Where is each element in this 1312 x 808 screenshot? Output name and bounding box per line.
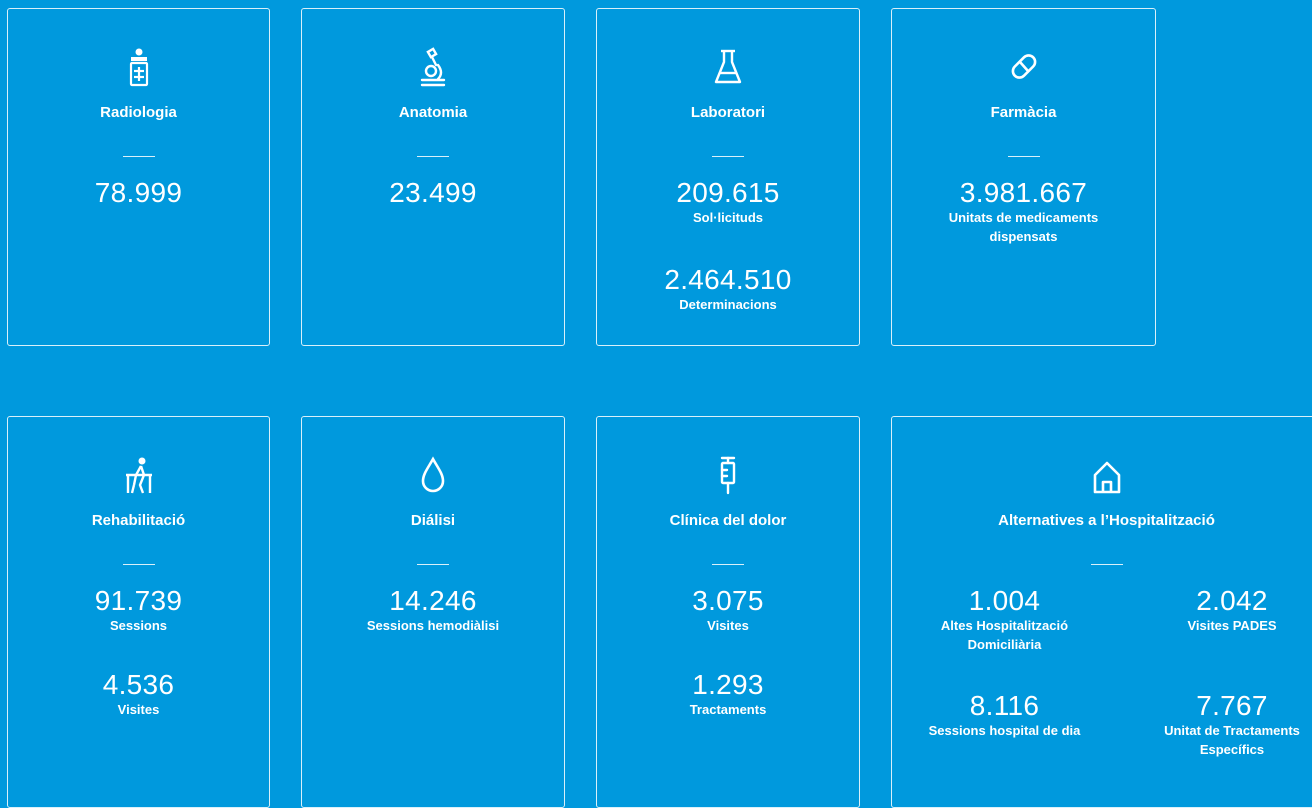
metric-value: 2.042 [1196,585,1268,616]
card-title: Rehabilitació [91,512,186,529]
metric: 4.536 Visites [8,670,269,719]
metric: 209.615 Sol·licituds [597,178,859,227]
metric-value: 209.615 [676,177,780,208]
metric-value: 2.464.510 [664,264,792,295]
card-dialisi: Diálisi 14.246 Sessions hemodiàlisi [301,416,565,808]
divider [712,564,744,565]
card-title: Anatomia [398,104,468,121]
metric: 3.075 Visites [597,586,859,635]
metric-label: Unitats de medicaments dispensats [948,210,1099,244]
metric-value: 7.767 [1196,690,1268,721]
divider [122,564,155,565]
metric-label: Altes Hospitalització Domiciliària [940,618,1069,652]
metric-value: 3.075 [692,585,764,616]
metric: 1.293 Tractaments [597,670,859,719]
metric-label: Sessions hemodiàlisi [366,618,500,633]
card-clinica-del-dolor: Clínica del dolor 3.075 Visites 1.293 Tr… [596,416,860,808]
divider [417,156,449,157]
divider [1090,564,1123,565]
card-title: Clínica del dolor [669,512,787,529]
radiology-patient-icon [8,47,269,87]
metric-label: Sessions [109,618,168,633]
divider [1007,156,1040,157]
metric-label: Visites [707,618,749,633]
metric-value: 91.739 [94,585,183,616]
metric: 14.246 Sessions hemodiàlisi [302,586,564,635]
metric-label: Tractaments [689,702,767,717]
metric-label: Sol·licituds [692,210,764,225]
divider [712,156,744,157]
card-title: Alternatives a l’Hospitalització [998,512,1215,529]
metric-value: 1.004 [968,585,1041,616]
metric-value: 1.293 [692,669,764,700]
metric-value: 8.116 [969,690,1040,721]
metric: 3.981.667 Unitats de medicaments dispens… [932,178,1115,246]
metric-label: Unitat de Tractaments Específics [1164,723,1300,757]
metric-label: Visites [117,702,160,717]
metric-value: 23.499 [389,177,477,208]
rehabilitation-icon [8,455,269,495]
metric: 7.767 Unitat de Tractaments Específics [1132,691,1312,759]
home-icon [892,455,1312,495]
card-alternatives-hospitalitzacio: Alternatives a l’Hospitalització 1.004 A… [891,416,1312,808]
flask-icon [597,47,859,87]
card-laboratori: Laboratori 209.615 Sol·licituds 2.464.51… [596,8,860,346]
card-title: Laboratori [690,104,766,121]
metric-label: Determinacions [679,297,777,312]
divider [417,564,449,565]
microscope-icon [302,47,564,87]
metric: 2.042 Visites PADES [1132,586,1312,635]
syringe-icon [597,455,859,495]
metric: 91.739 Sessions [8,586,269,635]
metric-value: 3.981.667 [959,177,1088,208]
metric: 8.116 Sessions hospital de dia [912,691,1097,740]
drop-icon [302,455,564,495]
card-title: Diálisi [410,512,456,529]
metric-value: 4.536 [102,669,175,700]
card-rehabilitacio: Rehabilitació 91.739 Sessions 4.536 Visi… [7,416,270,808]
card-title: Radiologia [100,104,177,121]
metric-label: Sessions hospital de dia [928,723,1081,738]
divider [122,156,155,157]
metric: 2.464.510 Determinacions [597,265,859,314]
metric: 78.999 [8,178,269,208]
pill-icon [892,47,1155,87]
metric: 1.004 Altes Hospitalització Domiciliària [912,586,1097,654]
metric-value: 14.246 [389,585,477,616]
metric-label: Visites PADES [1187,618,1277,633]
metric: 23.499 [302,178,564,208]
card-radiologia: Radiologia 78.999 [7,8,270,346]
card-farmacia: Farmàcia 3.981.667 Unitats de medicament… [891,8,1156,346]
metric-value: 78.999 [94,177,183,208]
card-anatomia: Anatomia 23.499 [301,8,565,346]
card-title: Farmàcia [990,104,1057,121]
